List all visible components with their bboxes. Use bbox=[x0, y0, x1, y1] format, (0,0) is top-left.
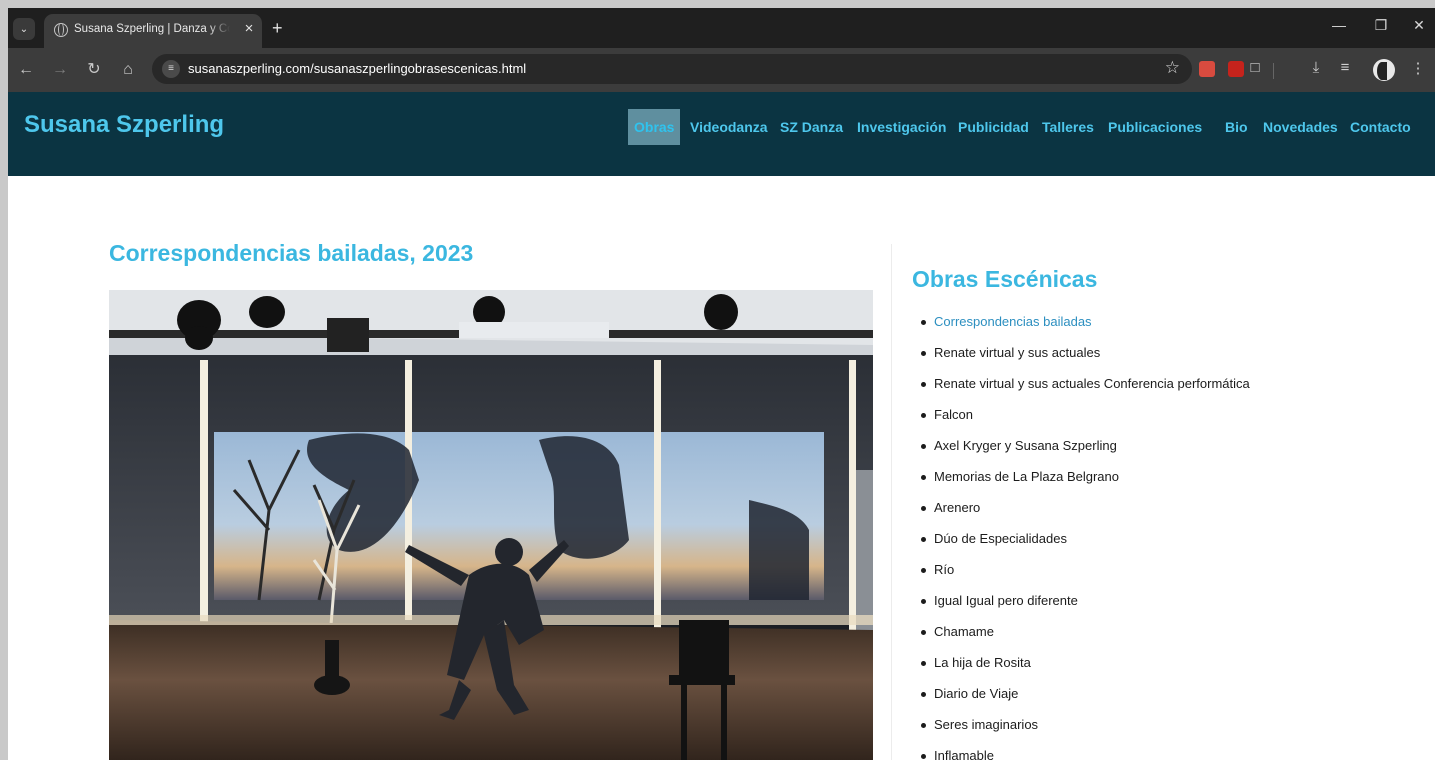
kebab-menu-icon[interactable]: ⋮ bbox=[1408, 59, 1428, 77]
pdf-extension-icon[interactable] bbox=[1228, 61, 1244, 77]
download-icon[interactable]: ⤓ bbox=[1306, 59, 1326, 76]
column-divider bbox=[891, 244, 892, 760]
list-item[interactable]: Río bbox=[920, 562, 1250, 593]
tab-strip: ⌄ Susana Szperling | Danza y Coreografía… bbox=[8, 8, 1435, 48]
close-window-icon[interactable]: ✕ bbox=[1407, 17, 1431, 34]
browser-toolbar: ← → ↻ ⌂ ≡ susanaszperling.com/susanaszpe… bbox=[8, 48, 1435, 92]
browser-tab[interactable]: Susana Szperling | Danza y Coreografía × bbox=[44, 14, 262, 48]
works-list: Correspondencias bailadas Renate virtual… bbox=[920, 314, 1250, 760]
performance-photo bbox=[109, 290, 873, 760]
home-icon[interactable]: ⌂ bbox=[116, 58, 140, 82]
restore-icon[interactable]: ❐ bbox=[1369, 17, 1393, 34]
media-controls-icon[interactable]: ≡ bbox=[1335, 59, 1355, 76]
list-item[interactable]: Igual Igual pero diferente bbox=[920, 593, 1250, 624]
sidebar-title: Obras Escénicas bbox=[912, 266, 1098, 292]
url-text: susanaszperling.com/susanaszperlingobras… bbox=[188, 61, 527, 76]
tab-search-button[interactable]: ⌄ bbox=[13, 18, 35, 40]
page-content: Correspondencias bailadas, 2023 Obras Es… bbox=[8, 176, 1435, 760]
globe-icon bbox=[54, 23, 68, 37]
list-item[interactable]: Memorias de La Plaza Belgrano bbox=[920, 469, 1250, 500]
list-item[interactable]: Chamame bbox=[920, 624, 1250, 655]
list-item[interactable]: Inflamable bbox=[920, 748, 1250, 760]
list-item[interactable]: Seres imaginarios bbox=[920, 717, 1250, 748]
nav-item-talleres[interactable]: Talleres bbox=[1042, 109, 1094, 145]
nav-item-obras[interactable]: Obras bbox=[628, 109, 681, 145]
chevron-down-icon: ⌄ bbox=[19, 23, 29, 35]
arrow-left-icon[interactable]: ← bbox=[14, 58, 38, 82]
nav-item-videodanza[interactable]: Videodanza bbox=[690, 109, 768, 145]
list-item[interactable]: Correspondencias bailadas bbox=[920, 314, 1250, 345]
toolbar-divider bbox=[1273, 63, 1274, 79]
browser-window: ⌄ Susana Szperling | Danza y Coreografía… bbox=[8, 8, 1435, 760]
nav-item-sz-danza[interactable]: SZ Danza bbox=[780, 109, 843, 145]
site-header: Susana Szperling Obras Videodanza SZ Dan… bbox=[8, 92, 1435, 176]
list-item[interactable]: La hija de Rosita bbox=[920, 655, 1250, 686]
nav-item-contacto[interactable]: Contacto bbox=[1350, 109, 1411, 145]
site-info-icon[interactable]: ≡ bbox=[162, 60, 180, 78]
list-item[interactable]: Axel Kryger y Susana Szperling bbox=[920, 438, 1250, 469]
nav-item-publicidad[interactable]: Publicidad bbox=[958, 109, 1029, 145]
tab-title: Susana Szperling | Danza y Coreografía bbox=[74, 23, 230, 35]
list-item[interactable]: Arenero bbox=[920, 500, 1250, 531]
address-bar[interactable]: ≡ susanaszperling.com/susanaszperlingobr… bbox=[152, 54, 1192, 84]
reload-icon[interactable]: ↻ bbox=[82, 58, 106, 82]
list-item[interactable]: Dúo de Especialidades bbox=[920, 531, 1250, 562]
nav-item-publicaciones[interactable]: Publicaciones bbox=[1108, 109, 1202, 145]
site-title[interactable]: Susana Szperling bbox=[24, 111, 224, 139]
list-item[interactable]: Diario de Viaje bbox=[920, 686, 1250, 717]
nav-item-investigacion[interactable]: Investigación bbox=[857, 109, 946, 145]
article-title: Correspondencias bailadas, 2023 bbox=[109, 240, 474, 266]
list-item[interactable]: Renate virtual y sus actuales Conferenci… bbox=[920, 376, 1250, 407]
arrow-right-icon[interactable]: → bbox=[48, 58, 72, 82]
star-icon[interactable]: ☆ bbox=[1165, 58, 1180, 78]
nav-item-bio[interactable]: Bio bbox=[1225, 109, 1248, 145]
close-icon[interactable]: × bbox=[240, 20, 258, 38]
minimize-icon[interactable]: — bbox=[1327, 17, 1351, 33]
plus-icon[interactable]: + bbox=[272, 17, 283, 39]
profile-avatar[interactable] bbox=[1373, 59, 1395, 81]
list-item[interactable]: Falcon bbox=[920, 407, 1250, 438]
extension-icon[interactable] bbox=[1199, 61, 1215, 77]
puzzle-icon[interactable]: □ bbox=[1245, 59, 1265, 76]
list-item[interactable]: Renate virtual y sus actuales bbox=[920, 345, 1250, 376]
nav-item-novedades[interactable]: Novedades bbox=[1263, 109, 1338, 145]
